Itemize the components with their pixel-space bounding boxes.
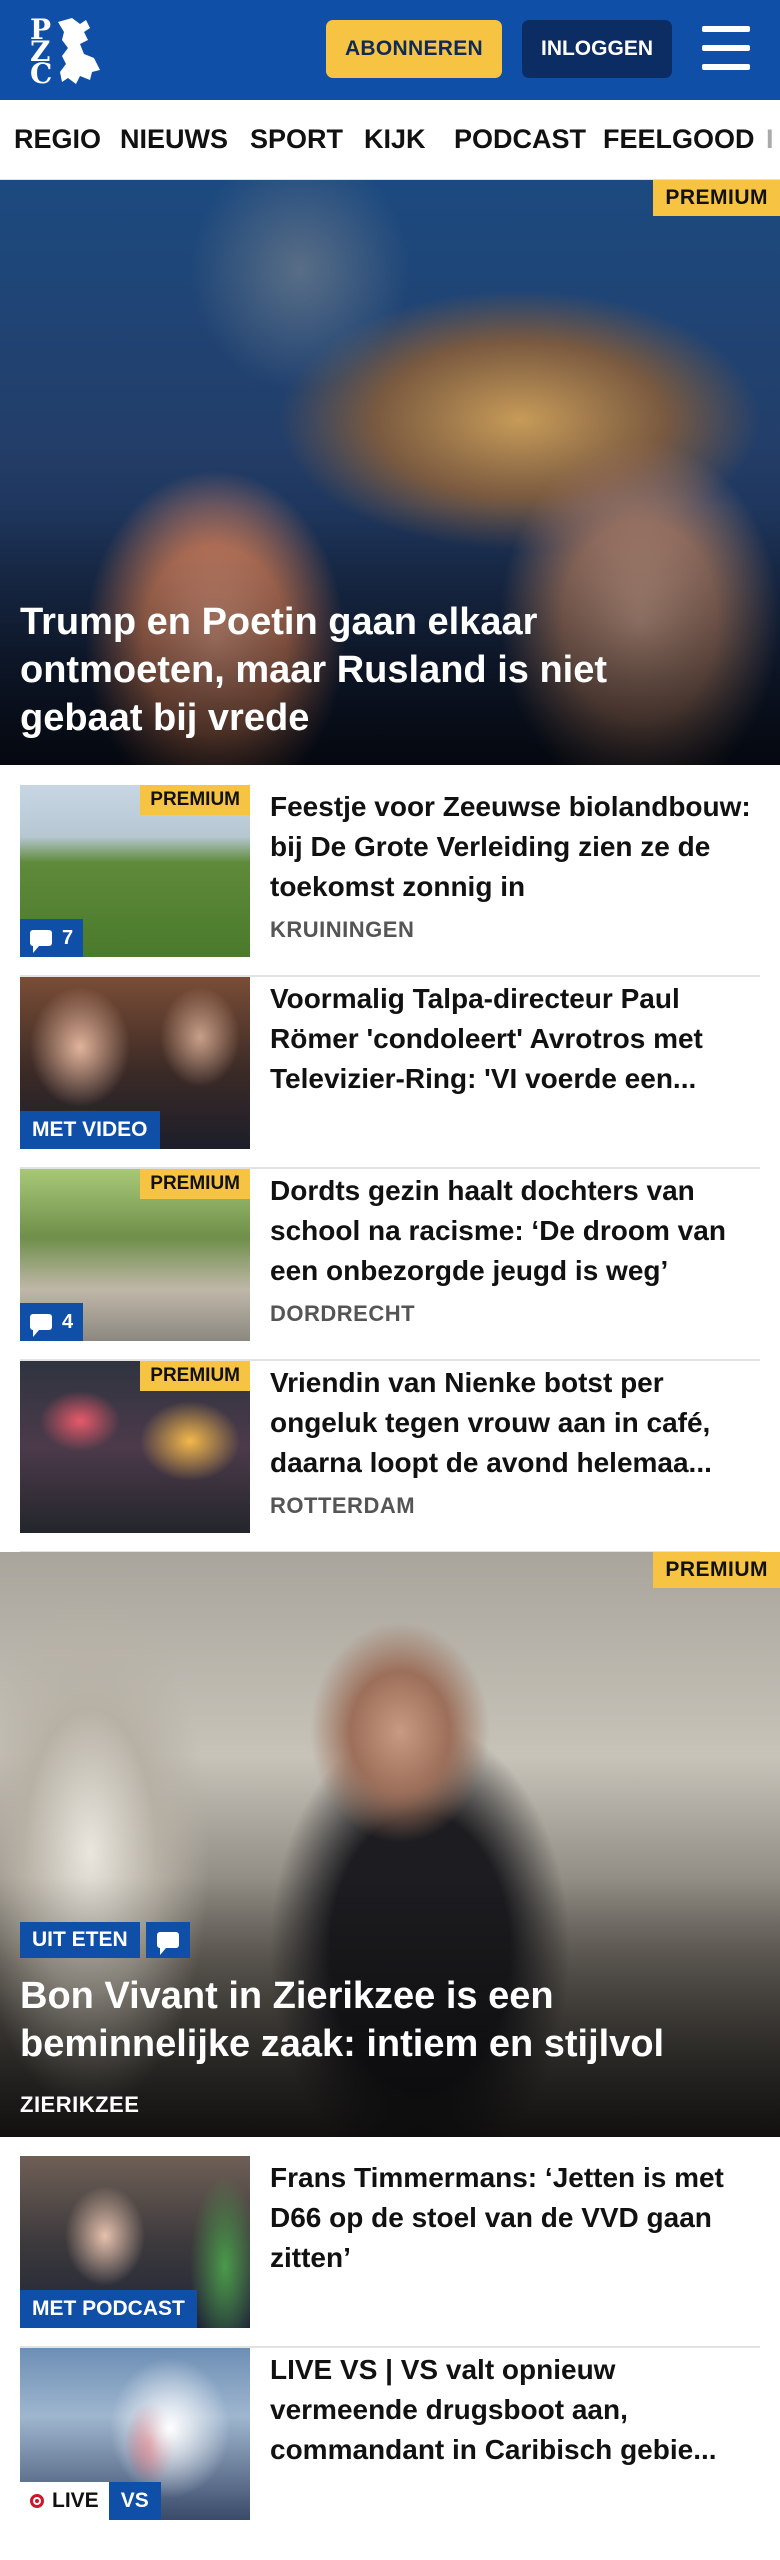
nav-item-kijk[interactable]: KIJK (364, 124, 426, 155)
article-thumbnail[interactable]: MET VIDEO (20, 977, 250, 1149)
article-thumbnail[interactable]: PREMIUM 7 (20, 785, 250, 957)
article-row[interactable]: LIVE VS LIVE VS | VS valt opnieuw vermee… (20, 2348, 760, 2540)
article-title[interactable]: Dordts gezin haalt dochters van school n… (270, 1171, 760, 1291)
live-dot-icon (30, 2494, 44, 2508)
hero-title[interactable]: Trump en Poetin gaan elkaar ontmoeten, m… (20, 598, 740, 742)
section-nav: REGIO NIEUWS SPORT KIJK PODCAST FEELGOOD… (0, 100, 780, 180)
nav-item-overflow[interactable]: I (766, 124, 774, 155)
premium-badge: PREMIUM (653, 1552, 780, 1588)
article-thumbnail[interactable]: PREMIUM (20, 1361, 250, 1533)
article-title[interactable]: LIVE VS | VS valt opnieuw vermeende drug… (270, 2350, 760, 2470)
live-label: LIVE (52, 2489, 99, 2512)
article-title[interactable]: Voormalig Talpa-directeur Paul Römer 'co… (270, 979, 760, 1099)
comment-count-value: 7 (62, 926, 74, 949)
podcast-label: MET PODCAST (20, 2290, 197, 2328)
category-label: UIT ETEN (20, 1922, 140, 1958)
logo-letter-c: C (30, 57, 53, 90)
comment-count[interactable]: 7 (20, 919, 84, 957)
comment-count[interactable]: 4 (20, 1303, 84, 1341)
pzc-logo[interactable]: P Z C (28, 14, 108, 90)
speech-bubble-icon (30, 1314, 52, 1337)
article-row[interactable]: MET PODCAST Frans Timmermans: ‘Jetten is… (20, 2156, 760, 2348)
top-header: P Z C ABONNEREN INLOGGEN (0, 0, 780, 100)
article-thumbnail[interactable]: LIVE VS (20, 2348, 250, 2520)
nav-item-nieuws[interactable]: NIEUWS (120, 124, 228, 155)
hamburger-menu-icon[interactable] (702, 26, 750, 70)
video-label: MET VIDEO (20, 1111, 160, 1149)
article-row[interactable]: PREMIUM 4 Dordts gezin haalt dochters va… (20, 1169, 760, 1361)
article-title[interactable]: Frans Timmermans: ‘Jetten is met D66 op … (270, 2158, 760, 2278)
hero-article[interactable]: PREMIUM Trump en Poetin gaan elkaar ontm… (0, 180, 780, 765)
premium-badge: PREMIUM (653, 180, 780, 216)
premium-badge: PREMIUM (140, 1169, 250, 1199)
nav-item-sport[interactable]: SPORT (250, 124, 343, 155)
topic-tag: VS (108, 2482, 161, 2520)
article-thumbnail[interactable]: MET PODCAST (20, 2156, 250, 2328)
article-location: KRUININGEN (270, 917, 415, 942)
feature-location: ZIERIKZEE (20, 2092, 140, 2117)
article-title[interactable]: Vriendin van Nienke botst per ongeluk te… (270, 1363, 760, 1483)
speech-bubble-icon (30, 930, 52, 953)
category-tag[interactable]: UIT ETEN (20, 1922, 190, 1958)
article-thumbnail[interactable]: PREMIUM 4 (20, 1169, 250, 1341)
article-location: ROTTERDAM (270, 1493, 416, 1518)
feature-article[interactable]: PREMIUM UIT ETEN Bon Vivant in Zierikzee… (0, 1552, 780, 2137)
login-button[interactable]: INLOGGEN (522, 20, 672, 78)
logo-lion-icon (58, 18, 100, 84)
speech-bubble-icon[interactable] (145, 1922, 190, 1958)
premium-badge: PREMIUM (140, 785, 250, 815)
comment-count-value: 4 (62, 1310, 74, 1333)
article-row[interactable]: PREMIUM Vriendin van Nienke botst per on… (20, 1361, 760, 1553)
subscribe-button[interactable]: ABONNEREN (326, 20, 502, 78)
article-row[interactable]: PREMIUM 7 Feestje voor Zeeuwse bioland­b… (20, 785, 760, 977)
article-title[interactable]: Feestje voor Zeeuwse bioland­bouw: bij D… (270, 787, 760, 907)
nav-item-podcast[interactable]: PODCAST (454, 124, 586, 155)
live-tag: LIVE VS (20, 2482, 161, 2520)
premium-badge: PREMIUM (140, 1361, 250, 1391)
live-indicator: LIVE (20, 2482, 109, 2520)
nav-item-regio[interactable]: REGIO (14, 124, 101, 155)
article-location: DORDRECHT (270, 1301, 416, 1326)
article-row[interactable]: MET VIDEO Voormalig Talpa-directeur Paul… (20, 977, 760, 1169)
feature-title[interactable]: Bon Vivant in Zierikzee is een beminneli… (20, 1972, 760, 2068)
nav-item-feelgood[interactable]: FEELGOOD (603, 124, 755, 155)
